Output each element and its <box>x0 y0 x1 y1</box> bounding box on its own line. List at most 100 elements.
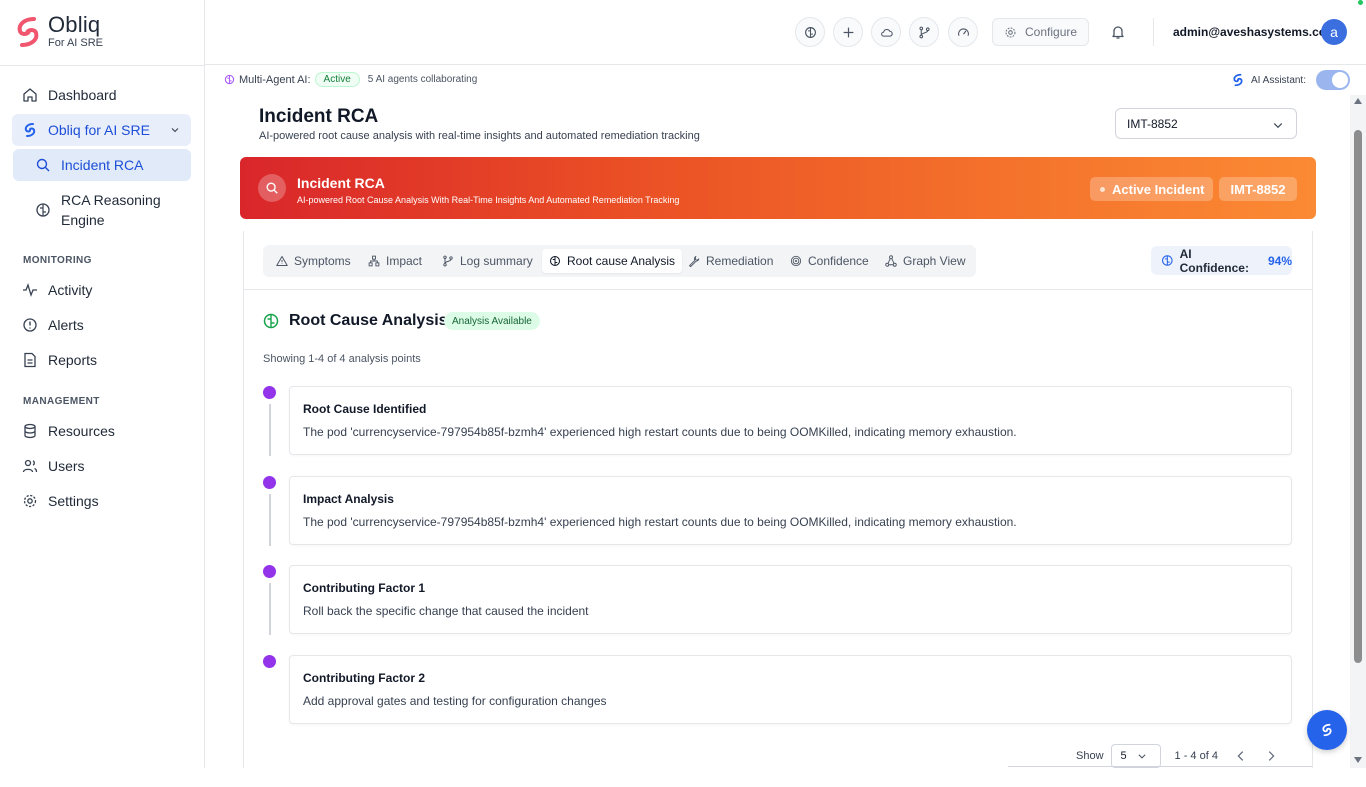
tab-confidence[interactable]: Confidence <box>783 249 876 273</box>
gear-icon <box>1005 27 1016 37</box>
incident-banner: Incident RCA AI-powered Root Cause Analy… <box>240 157 1316 219</box>
sidebar-item-incident-rca[interactable]: Incident RCA <box>13 149 191 181</box>
sidebar-item-resources[interactable]: Resources <box>12 415 191 447</box>
sidebar-item-alerts[interactable]: Alerts <box>12 309 191 341</box>
pagination-divider <box>1008 766 1312 767</box>
agent-count: 5 AI agents collaborating <box>367 74 478 85</box>
chevron-right-icon[interactable] <box>1264 749 1278 763</box>
brand-logo[interactable]: Obliq For AI SRE <box>14 14 103 49</box>
sidebar-item-label: Dashboard <box>48 87 117 103</box>
tab-label: Graph View <box>903 254 966 268</box>
app-root: Obliq For AI SRE Dashboard Obliq for AI … <box>0 0 1366 787</box>
tab-impact[interactable]: Impact <box>361 249 429 273</box>
timeline-dot <box>263 565 276 578</box>
page-size-value: 5 <box>1120 750 1127 762</box>
wrench-icon <box>689 255 700 267</box>
sidebar-item-activity[interactable]: Activity <box>12 274 191 306</box>
timeline-line <box>269 404 271 456</box>
gauge-button[interactable] <box>948 17 978 47</box>
users-icon <box>22 459 38 473</box>
multi-agent-label: Multi-Agent AI: <box>239 73 311 86</box>
tab-label: Remediation <box>706 254 774 268</box>
git-branch-icon <box>918 26 930 38</box>
brain-icon <box>549 255 561 267</box>
active-incident-badge: Active Incident <box>1090 177 1213 201</box>
section-label-management: MANAGEMENT <box>23 396 100 407</box>
tab-symptoms[interactable]: Symptoms <box>269 249 358 273</box>
brain-button[interactable] <box>795 17 825 47</box>
scroll-up-arrow-icon[interactable] <box>1354 98 1362 104</box>
avatar[interactable]: a <box>1321 19 1347 45</box>
bell-icon[interactable] <box>1110 24 1126 40</box>
file-text-icon <box>24 352 36 368</box>
incident-select[interactable]: IMT-8852 <box>1115 108 1297 139</box>
warning-triangle-icon <box>276 256 288 266</box>
analysis-point: Root Cause Identified The pod 'currencys… <box>289 386 1292 455</box>
tab-remediation[interactable]: Remediation <box>681 249 780 273</box>
analysis-point: Contributing Factor 2 Add approval gates… <box>289 655 1292 724</box>
sidebar-item-label: Obliq for AI SRE <box>48 122 150 138</box>
gauge-icon <box>957 27 969 36</box>
banner-title: Incident RCA <box>297 175 385 191</box>
brain-icon <box>224 74 235 85</box>
sidebar-item-label: Incident RCA <box>61 157 144 173</box>
page-range: 1 - 4 of 4 <box>1174 750 1218 762</box>
timeline-line <box>269 494 271 546</box>
analysis-point-title: Root Cause Identified <box>303 402 427 416</box>
tab-root-cause-analysis[interactable]: Root cause Analysis <box>542 249 683 273</box>
git-branch-button[interactable] <box>909 17 939 47</box>
configure-button[interactable]: Configure <box>992 18 1089 46</box>
page-title: Incident RCA <box>259 106 379 127</box>
scrollbar-thumb[interactable] <box>1354 130 1362 663</box>
brain-icon <box>36 203 50 217</box>
graph-icon <box>885 255 897 267</box>
activity-icon <box>23 283 37 297</box>
page-subtitle: AI-powered root cause analysis with real… <box>259 130 700 142</box>
sidebar-item-label: RCA Reasoning Engine <box>61 192 161 228</box>
sidebar-item-settings[interactable]: Settings <box>12 485 191 517</box>
tab-label: Log summary <box>460 254 533 268</box>
analysis-point-text: Add approval gates and testing for confi… <box>303 694 607 708</box>
user-email[interactable]: admin@aveshasystems.com <box>1173 25 1337 39</box>
chevron-left-icon[interactable] <box>1234 749 1248 763</box>
tab-graph-view[interactable]: Graph View <box>878 249 972 273</box>
cloud-button[interactable] <box>871 17 901 47</box>
sidebar-item-users[interactable]: Users <box>12 450 191 482</box>
analysis-point: Impact Analysis The pod 'currencyservice… <box>289 476 1292 545</box>
ai-assistant-fab[interactable] <box>1307 710 1347 750</box>
ai-assistant-toggle[interactable] <box>1316 70 1350 90</box>
sidebar-item-rca-reasoning-engine[interactable]: RCA Reasoning Engine <box>13 188 191 232</box>
sidebar-item-label: Users <box>48 458 85 474</box>
ai-confidence-value: 94% <box>1267 253 1292 268</box>
tab-log-summary[interactable]: Log summary <box>435 249 540 273</box>
add-button[interactable] <box>833 17 863 47</box>
page-size-label: Show <box>1076 750 1104 762</box>
rca-tabs: Symptoms Impact Log summary Root cause A… <box>263 245 976 277</box>
header-divider <box>1153 18 1154 46</box>
sidebar-item-obliq-for-ai-sre[interactable]: Obliq for AI SRE <box>12 114 191 146</box>
scroll-down-arrow-icon[interactable] <box>1354 757 1362 763</box>
status-dot <box>1358 0 1363 5</box>
sidebar-item-dashboard[interactable]: Dashboard <box>12 79 191 111</box>
sidebar-item-label: Activity <box>48 282 93 298</box>
analysis-point-title: Contributing Factor 2 <box>303 671 425 685</box>
obliq-logo-icon <box>1322 723 1332 737</box>
brand-name: Obliq <box>48 12 101 37</box>
page-size-select[interactable]: 5 <box>1110 744 1161 768</box>
analysis-point-text: The pod 'currencyservice-797954b85f-bzmh… <box>303 515 1017 529</box>
analysis-point-title: Impact Analysis <box>303 492 394 506</box>
incident-id-badge: IMT-8852 <box>1219 177 1297 201</box>
sidebar: Obliq For AI SRE Dashboard Obliq for AI … <box>0 0 205 768</box>
sidebar-item-reports[interactable]: Reports <box>12 344 191 376</box>
chevron-down-icon <box>1273 123 1283 129</box>
brand-tagline: For AI SRE <box>48 37 104 49</box>
gear-icon <box>23 494 37 508</box>
incident-select-value: IMT-8852 <box>1127 116 1178 131</box>
analysis-point: Contributing Factor 1 Roll back the spec… <box>289 565 1292 634</box>
card-divider <box>244 289 1312 290</box>
cloud-icon <box>880 28 893 37</box>
home-icon <box>23 88 37 102</box>
git-branch-icon <box>443 255 453 267</box>
sidebar-item-label: Resources <box>48 423 115 439</box>
timeline-dot <box>263 476 276 489</box>
